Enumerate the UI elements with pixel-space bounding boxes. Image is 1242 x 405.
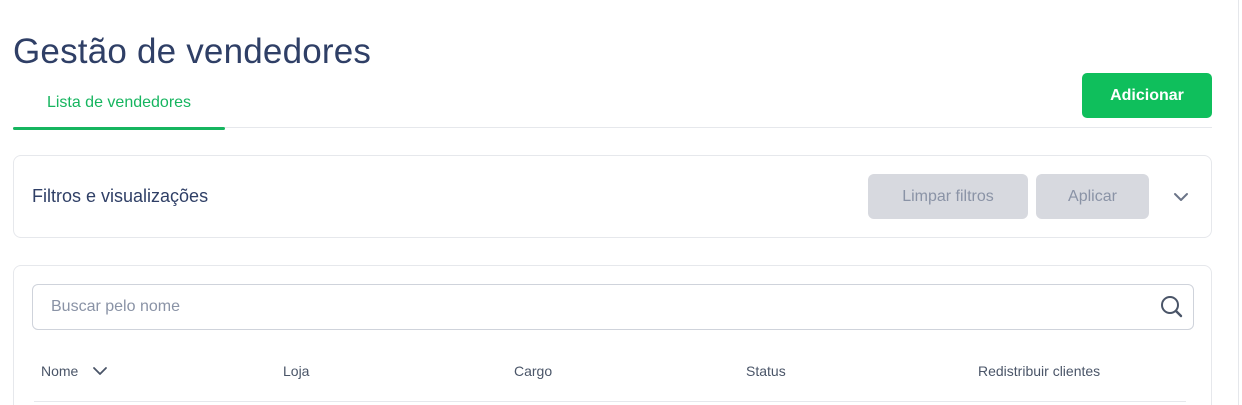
sellers-list-card: Nome Loja Cargo Status Redistribuir clie… (13, 265, 1212, 405)
filters-title: Filtros e visualizações (32, 186, 209, 206)
column-header-nome[interactable]: Nome (41, 363, 78, 379)
table-header-divider (34, 401, 1186, 402)
active-tab-indicator (13, 127, 225, 130)
filters-panel: Filtros e visualizações Limpar filtros A… (13, 155, 1212, 238)
column-header-status: Status (746, 363, 786, 379)
column-header-loja: Loja (283, 363, 310, 379)
add-button[interactable]: Adicionar (1082, 73, 1212, 118)
column-header-redistribuir-clientes: Redistribuir clientes (978, 363, 1101, 379)
search-box (32, 284, 1194, 330)
tab-label: Lista de vendedores (46, 94, 192, 111)
search-icon[interactable] (1159, 294, 1185, 320)
chevron-down-icon[interactable] (92, 363, 108, 379)
tab-bar: Lista de vendedores (13, 88, 1212, 130)
tab-lista-de-vendedores[interactable]: Lista de vendedores (13, 88, 225, 130)
apply-button[interactable]: Aplicar (1036, 174, 1149, 219)
chevron-down-icon[interactable] (1170, 186, 1192, 208)
column-header-cargo: Cargo (514, 363, 553, 379)
page-divider (1238, 0, 1239, 405)
clear-filters-button[interactable]: Limpar filtros (868, 174, 1028, 219)
page-title: Gestão de vendedores (13, 32, 372, 71)
search-input[interactable] (33, 285, 1153, 329)
